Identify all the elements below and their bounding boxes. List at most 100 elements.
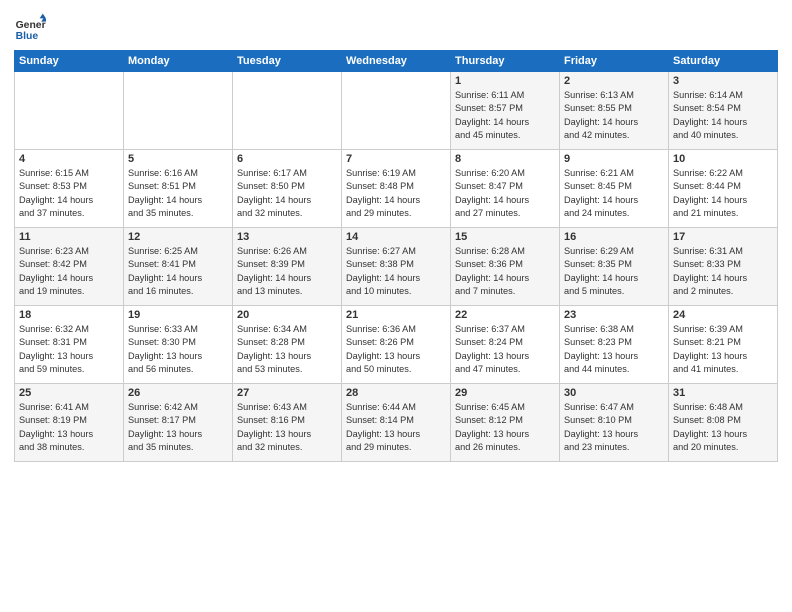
calendar-cell: 27 Sunrise: 6:43 AM Sunset: 8:16 PM Dayli… xyxy=(233,384,342,462)
day-info: Sunrise: 6:17 AM Sunset: 8:50 PM Dayligh… xyxy=(237,167,337,220)
calendar-cell: 23 Sunrise: 6:38 AM Sunset: 8:23 PM Dayli… xyxy=(560,306,669,384)
calendar-cell xyxy=(342,72,451,150)
day-number: 22 xyxy=(455,309,555,321)
calendar-cell: 18Sunrise: 6:32 AM Sunset: 8:31 PM Dayli… xyxy=(15,306,124,384)
calendar-cell: 4 Sunrise: 6:15 AM Sunset: 8:53 PM Daylig… xyxy=(15,150,124,228)
day-info: Sunrise: 6:31 AM Sunset: 8:33 PM Dayligh… xyxy=(673,245,773,298)
calendar-cell: 5 Sunrise: 6:16 AM Sunset: 8:51 PM Daylig… xyxy=(124,150,233,228)
day-number: 9 xyxy=(564,153,664,165)
calendar-cell: 3 Sunrise: 6:14 AM Sunset: 8:54 PM Daylig… xyxy=(669,72,778,150)
calendar-cell: 21Sunrise: 6:36 AM Sunset: 8:26 PM Dayli… xyxy=(342,306,451,384)
day-info: Sunrise: 6:22 AM Sunset: 8:44 PM Dayligh… xyxy=(673,167,773,220)
weekday-header-wednesday: Wednesday xyxy=(342,51,451,72)
day-info: Sunrise: 6:34 AM Sunset: 8:28 PM Dayligh… xyxy=(237,323,337,376)
day-number: 31 xyxy=(673,387,773,399)
day-number: 8 xyxy=(455,153,555,165)
calendar-cell: 12 Sunrise: 6:25 AM Sunset: 8:41 PM Dayli… xyxy=(124,228,233,306)
calendar-week-row-5: 25 Sunrise: 6:41 AM Sunset: 8:19 PM Dayli… xyxy=(15,384,778,462)
calendar-cell: 19 Sunrise: 6:33 AM Sunset: 8:30 PM Dayli… xyxy=(124,306,233,384)
weekday-header-friday: Friday xyxy=(560,51,669,72)
day-info: Sunrise: 6:36 AM Sunset: 8:26 PM Dayligh… xyxy=(346,323,446,376)
day-info: Sunrise: 6:26 AM Sunset: 8:39 PM Dayligh… xyxy=(237,245,337,298)
calendar-week-row-1: 1 Sunrise: 6:11 AM Sunset: 8:57 PM Daylig… xyxy=(15,72,778,150)
day-info: Sunrise: 6:15 AM Sunset: 8:53 PM Dayligh… xyxy=(19,167,119,220)
calendar-week-row-3: 11Sunrise: 6:23 AM Sunset: 8:42 PM Dayli… xyxy=(15,228,778,306)
day-info: Sunrise: 6:42 AM Sunset: 8:17 PM Dayligh… xyxy=(128,401,228,454)
weekday-header-monday: Monday xyxy=(124,51,233,72)
day-number: 18 xyxy=(19,309,119,321)
day-number: 3 xyxy=(673,75,773,87)
day-number: 10 xyxy=(673,153,773,165)
calendar-cell: 15 Sunrise: 6:28 AM Sunset: 8:36 PM Dayli… xyxy=(451,228,560,306)
weekday-header-row: SundayMondayTuesdayWednesdayThursdayFrid… xyxy=(15,51,778,72)
weekday-header-sunday: Sunday xyxy=(15,51,124,72)
day-number: 2 xyxy=(564,75,664,87)
calendar-cell: 6 Sunrise: 6:17 AM Sunset: 8:50 PM Daylig… xyxy=(233,150,342,228)
calendar-cell xyxy=(233,72,342,150)
day-info: Sunrise: 6:21 AM Sunset: 8:45 PM Dayligh… xyxy=(564,167,664,220)
calendar-cell: 7 Sunrise: 6:19 AM Sunset: 8:48 PM Daylig… xyxy=(342,150,451,228)
day-info: Sunrise: 6:20 AM Sunset: 8:47 PM Dayligh… xyxy=(455,167,555,220)
calendar-cell: 31Sunrise: 6:48 AM Sunset: 8:08 PM Dayli… xyxy=(669,384,778,462)
calendar-cell: 26 Sunrise: 6:42 AM Sunset: 8:17 PM Dayli… xyxy=(124,384,233,462)
calendar-week-row-4: 18Sunrise: 6:32 AM Sunset: 8:31 PM Dayli… xyxy=(15,306,778,384)
day-number: 24 xyxy=(673,309,773,321)
day-info: Sunrise: 6:47 AM Sunset: 8:10 PM Dayligh… xyxy=(564,401,664,454)
day-number: 25 xyxy=(19,387,119,399)
day-info: Sunrise: 6:25 AM Sunset: 8:41 PM Dayligh… xyxy=(128,245,228,298)
day-number: 14 xyxy=(346,231,446,243)
day-info: Sunrise: 6:44 AM Sunset: 8:14 PM Dayligh… xyxy=(346,401,446,454)
day-number: 4 xyxy=(19,153,119,165)
day-number: 26 xyxy=(128,387,228,399)
day-info: Sunrise: 6:13 AM Sunset: 8:55 PM Dayligh… xyxy=(564,89,664,142)
weekday-header-saturday: Saturday xyxy=(669,51,778,72)
weekday-header-tuesday: Tuesday xyxy=(233,51,342,72)
calendar-cell xyxy=(124,72,233,150)
day-info: Sunrise: 6:27 AM Sunset: 8:38 PM Dayligh… xyxy=(346,245,446,298)
calendar-cell: 29Sunrise: 6:45 AM Sunset: 8:12 PM Dayli… xyxy=(451,384,560,462)
day-info: Sunrise: 6:16 AM Sunset: 8:51 PM Dayligh… xyxy=(128,167,228,220)
day-info: Sunrise: 6:41 AM Sunset: 8:19 PM Dayligh… xyxy=(19,401,119,454)
calendar-cell: 9 Sunrise: 6:21 AM Sunset: 8:45 PM Daylig… xyxy=(560,150,669,228)
day-info: Sunrise: 6:14 AM Sunset: 8:54 PM Dayligh… xyxy=(673,89,773,142)
day-info: Sunrise: 6:19 AM Sunset: 8:48 PM Dayligh… xyxy=(346,167,446,220)
calendar-cell: 1 Sunrise: 6:11 AM Sunset: 8:57 PM Daylig… xyxy=(451,72,560,150)
calendar-cell: 25 Sunrise: 6:41 AM Sunset: 8:19 PM Dayli… xyxy=(15,384,124,462)
day-number: 30 xyxy=(564,387,664,399)
day-number: 1 xyxy=(455,75,555,87)
day-info: Sunrise: 6:11 AM Sunset: 8:57 PM Dayligh… xyxy=(455,89,555,142)
day-info: Sunrise: 6:23 AM Sunset: 8:42 PM Dayligh… xyxy=(19,245,119,298)
day-info: Sunrise: 6:39 AM Sunset: 8:21 PM Dayligh… xyxy=(673,323,773,376)
day-info: Sunrise: 6:43 AM Sunset: 8:16 PM Dayligh… xyxy=(237,401,337,454)
day-number: 12 xyxy=(128,231,228,243)
calendar-cell: 24 Sunrise: 6:39 AM Sunset: 8:21 PM Dayli… xyxy=(669,306,778,384)
day-info: Sunrise: 6:38 AM Sunset: 8:23 PM Dayligh… xyxy=(564,323,664,376)
day-number: 19 xyxy=(128,309,228,321)
day-number: 7 xyxy=(346,153,446,165)
calendar-cell: 30 Sunrise: 6:47 AM Sunset: 8:10 PM Dayli… xyxy=(560,384,669,462)
calendar-week-row-2: 4 Sunrise: 6:15 AM Sunset: 8:53 PM Daylig… xyxy=(15,150,778,228)
day-number: 17 xyxy=(673,231,773,243)
calendar-cell: 20 Sunrise: 6:34 AM Sunset: 8:28 PM Dayli… xyxy=(233,306,342,384)
calendar-cell: 8 Sunrise: 6:20 AM Sunset: 8:47 PM Daylig… xyxy=(451,150,560,228)
calendar-cell: 2 Sunrise: 6:13 AM Sunset: 8:55 PM Daylig… xyxy=(560,72,669,150)
day-info: Sunrise: 6:45 AM Sunset: 8:12 PM Dayligh… xyxy=(455,401,555,454)
day-number: 27 xyxy=(237,387,337,399)
day-info: Sunrise: 6:28 AM Sunset: 8:36 PM Dayligh… xyxy=(455,245,555,298)
calendar-table: SundayMondayTuesdayWednesdayThursdayFrid… xyxy=(14,50,778,462)
calendar-cell: 10 Sunrise: 6:22 AM Sunset: 8:44 PM Dayli… xyxy=(669,150,778,228)
day-number: 20 xyxy=(237,309,337,321)
header: General Blue xyxy=(14,12,778,44)
day-info: Sunrise: 6:37 AM Sunset: 8:24 PM Dayligh… xyxy=(455,323,555,376)
day-number: 15 xyxy=(455,231,555,243)
main-container: General Blue SundayMondayTuesdayWednesda… xyxy=(0,0,792,612)
calendar-cell: 11Sunrise: 6:23 AM Sunset: 8:42 PM Dayli… xyxy=(15,228,124,306)
day-number: 5 xyxy=(128,153,228,165)
calendar-cell: 16Sunrise: 6:29 AM Sunset: 8:35 PM Dayli… xyxy=(560,228,669,306)
day-info: Sunrise: 6:33 AM Sunset: 8:30 PM Dayligh… xyxy=(128,323,228,376)
day-number: 23 xyxy=(564,309,664,321)
day-number: 6 xyxy=(237,153,337,165)
calendar-cell: 17 Sunrise: 6:31 AM Sunset: 8:33 PM Dayli… xyxy=(669,228,778,306)
calendar-cell: 14 Sunrise: 6:27 AM Sunset: 8:38 PM Dayli… xyxy=(342,228,451,306)
calendar-cell xyxy=(15,72,124,150)
